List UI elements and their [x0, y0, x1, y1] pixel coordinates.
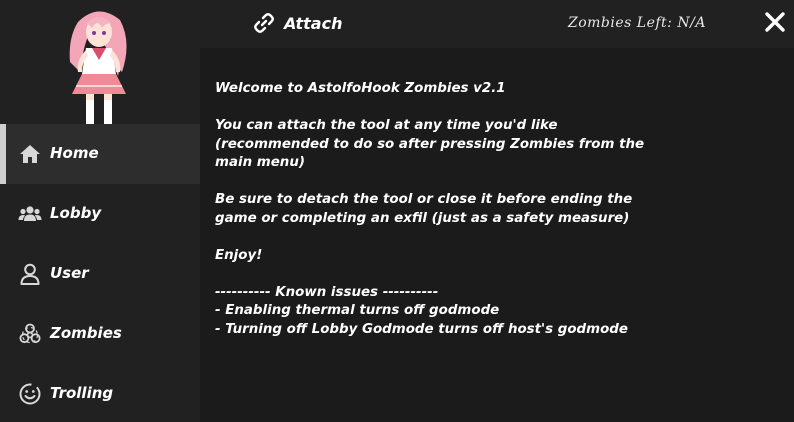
known-issues-header: ---------- Known issues ----------	[215, 284, 439, 300]
sidebar-item-label: User	[50, 264, 89, 282]
sidebar-item-label: Zombies	[50, 324, 122, 342]
enjoy-text: Enjoy!	[215, 247, 263, 263]
attach-info: You can attach the tool at any time you'…	[215, 117, 775, 173]
detach-info: Be sure to detach the tool or close it b…	[215, 191, 775, 228]
attach-label: Attach	[284, 13, 343, 33]
sidebar-item-label: Trolling	[50, 384, 114, 402]
known-issue: - Enabling thermal turns off godmode	[215, 303, 500, 318]
avatar	[69, 6, 127, 124]
attach-info-line: (recommended to do so after pressing Zom…	[215, 136, 645, 152]
attach-button[interactable]: Attach	[252, 8, 342, 38]
users-icon	[18, 206, 42, 221]
sidebar-item-label: Home	[50, 144, 99, 162]
attach-info-line: You can attach the tool at any time you'…	[215, 118, 558, 133]
welcome-text: Welcome to AstolfoHook Zombies v2.1 You …	[215, 80, 775, 339]
sidebar-item-lobby[interactable]: Lobby	[0, 184, 200, 244]
app-window: Home Lobby User Zombies Trolling Attach …	[0, 0, 794, 422]
sidebar-item-trolling[interactable]: Trolling	[0, 364, 200, 422]
close-icon[interactable]	[762, 9, 788, 35]
detach-info-line: Be sure to detach the tool or close it b…	[215, 192, 633, 207]
main-content: Welcome to AstolfoHook Zombies v2.1 You …	[200, 48, 794, 422]
link-icon	[254, 13, 274, 33]
header: Attach Zombies Left: N/A	[200, 0, 794, 48]
welcome-heading: Welcome to AstolfoHook Zombies v2.1	[215, 81, 506, 96]
zombies-left-status: Zombies Left: N/A	[568, 15, 706, 31]
sidebar-item-home[interactable]: Home	[0, 124, 200, 184]
attach-info-line: main menu)	[215, 155, 305, 170]
sidebar-item-label: Lobby	[50, 204, 102, 222]
sidebar-item-zombies[interactable]: Zombies	[0, 304, 200, 364]
known-issue: - Turning off Lobby Godmode turns off ho…	[215, 321, 628, 337]
detach-info-line: game or completing an exfil (just as a s…	[215, 210, 630, 226]
sidebar-nav: Home Lobby User Zombies Trolling	[0, 124, 200, 422]
known-issues: ---------- Known issues ---------- - Ena…	[215, 284, 775, 340]
user-icon	[20, 263, 40, 285]
sidebar: Home Lobby User Zombies Trolling	[0, 0, 200, 422]
biohazard-icon	[19, 323, 41, 344]
sidebar-item-user[interactable]: User	[0, 244, 200, 304]
home-icon	[20, 145, 40, 163]
smile-icon	[19, 383, 41, 405]
